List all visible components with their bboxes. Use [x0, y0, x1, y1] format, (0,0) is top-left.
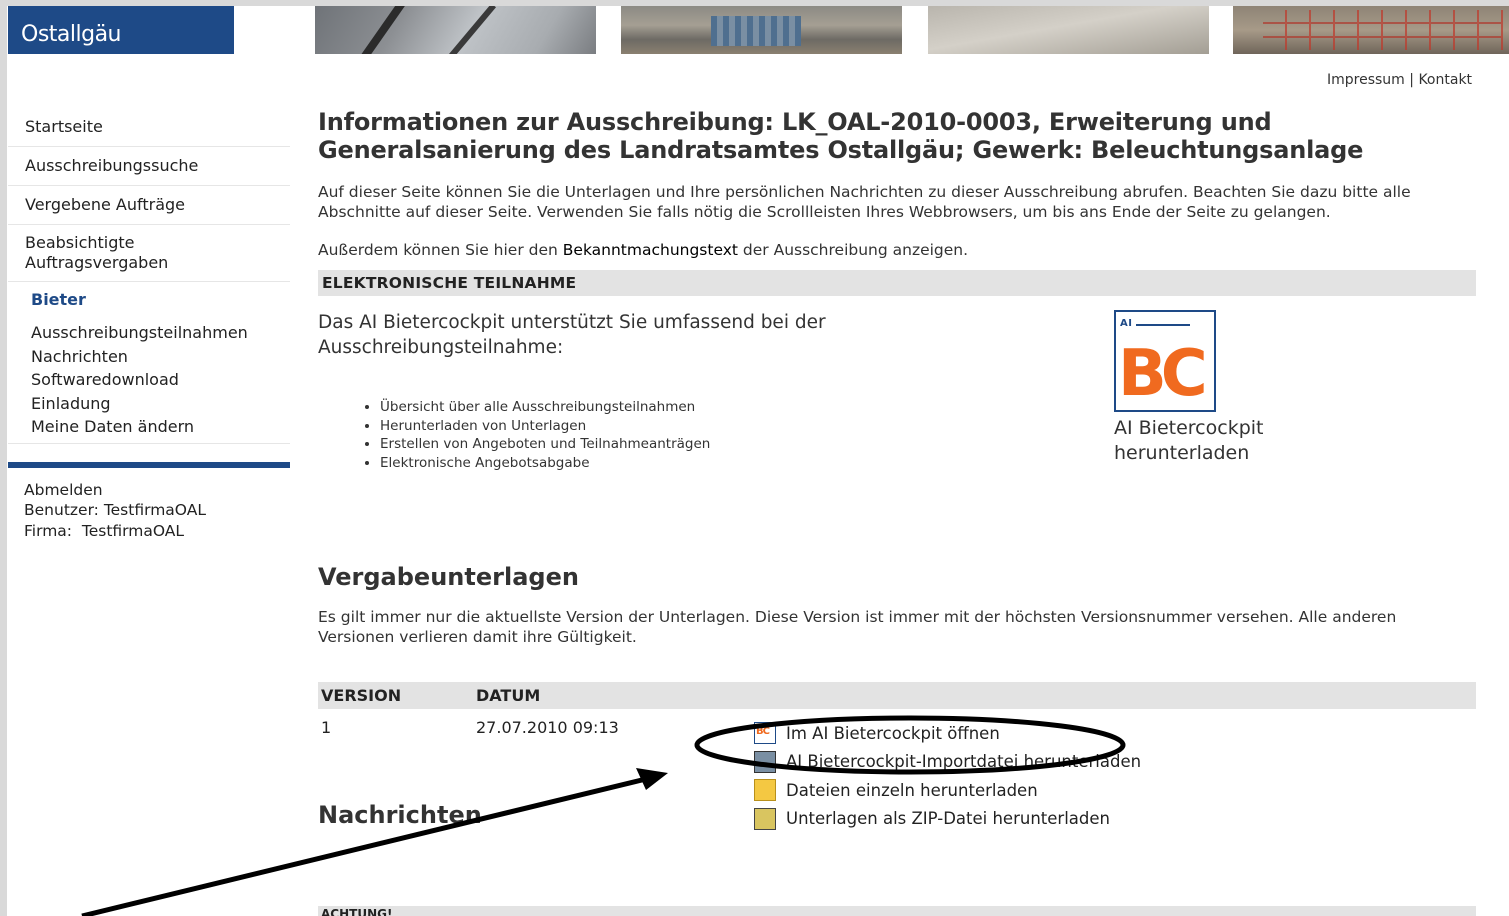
sidebar-item-ausschreibungsteilnahmen[interactable]: Ausschreibungsteilnahmen: [31, 321, 290, 345]
vergabeunterlagen-heading: Vergabeunterlagen: [318, 563, 579, 591]
bekanntmachungstext-link[interactable]: Bekanntmachungstext: [563, 241, 738, 259]
feature-item: Übersicht über alle Ausschreibungsteilna…: [380, 398, 710, 417]
sidebar-heading-bieter[interactable]: Bieter: [8, 282, 290, 315]
zip-archive-icon: [754, 807, 776, 830]
header-photo-4: [1233, 6, 1509, 54]
sidebar-item-meine-daten[interactable]: Meine Daten ändern: [31, 415, 290, 439]
caption-line1: AI Bietercockpit: [1114, 417, 1264, 439]
header-photo-3: [928, 6, 1209, 54]
row-version: 1: [321, 718, 332, 737]
sidebar-item-ausschreibungssuche[interactable]: Ausschreibungssuche: [8, 147, 290, 186]
sidebar-item-label-line2: Auftragsvergaben: [25, 253, 169, 272]
feature-item: Herunterladen von Unterlagen: [380, 417, 710, 436]
sidebar-item-label-line1: Beabsichtigte: [25, 233, 135, 252]
impressum-link[interactable]: Impressum: [1327, 72, 1405, 88]
top-links: Impressum | Kontakt: [1327, 72, 1472, 88]
company-name: Firma: TestfirmaOAL: [24, 521, 185, 540]
action-label: Unterlagen als ZIP-Datei herunterladen: [786, 809, 1110, 829]
user-info: Abmelden Benutzer: TestfirmaOAL Firma: T…: [8, 468, 290, 542]
vergabeunterlagen-text: Es gilt immer nur die aktuellste Version…: [318, 608, 1397, 646]
documents-table-header: VERSION DATUM: [318, 682, 1476, 709]
column-header-version: VERSION: [321, 686, 402, 705]
bietercockpit-icon: [754, 722, 776, 745]
row-datum: 27.07.2010 09:13: [476, 718, 619, 737]
sidebar-item-softwaredownload[interactable]: Softwaredownload: [31, 368, 290, 392]
bietercockpit-download-link[interactable]: AI Bietercockpit herunterladen: [1114, 416, 1264, 466]
intro-text: Auf dieser Seite können Sie die Unterlag…: [318, 183, 1411, 221]
download-files-individually-link[interactable]: Dateien einzeln herunterladen: [754, 776, 1141, 805]
sidebar-sub-items: Ausschreibungsteilnahmen Nachrichten Sof…: [8, 315, 290, 444]
intro-text-2: Außerdem können Sie hier den Bekanntmach…: [318, 240, 1476, 260]
nachrichten-strip: ACHTUNG!: [318, 906, 1476, 916]
intro2-after: der Ausschreibung anzeigen.: [737, 241, 969, 259]
feature-item: Elektronische Angebotsabgabe: [380, 454, 710, 473]
header-photo-1: [315, 6, 596, 54]
main-content: Informationen zur Ausschreibung: LK_OAL-…: [318, 108, 1476, 830]
folder-files-icon: [754, 779, 776, 802]
section-header-eteilnahme: ELEKTRONISCHE TEILNAHME: [318, 270, 1476, 296]
eteilnahme-section: Das AI Bietercockpit unterstützt Sie umf…: [318, 296, 1476, 526]
bietercockpit-logo-bc: BC: [1118, 337, 1208, 411]
nachrichten-strip-label: ACHTUNG!: [321, 907, 393, 916]
header-photo-2: [621, 6, 902, 54]
page-title-line2: Generalsanierung des Landratsamtes Ostal…: [318, 136, 1364, 164]
bietercockpit-logo[interactable]: AI BC: [1114, 310, 1216, 412]
sidebar-item-nachrichten[interactable]: Nachrichten: [31, 345, 290, 369]
logo-text: Ostallgäu: [21, 22, 122, 47]
sidebar-item-startseite[interactable]: Startseite: [8, 108, 290, 147]
open-in-bietercockpit-link[interactable]: Im AI Bietercockpit öffnen: [754, 719, 1141, 748]
kontakt-link[interactable]: Kontakt: [1418, 72, 1472, 88]
user-name: Benutzer: TestfirmaOAL: [24, 501, 206, 519]
sidebar-item-beabsichtigte-auftragsvergaben[interactable]: Beabsichtigte Auftragsvergaben: [8, 225, 290, 282]
page-title-line1: Informationen zur Ausschreibung: LK_OAL-…: [318, 108, 1272, 136]
link-separator: |: [1404, 72, 1419, 88]
left-border: [0, 0, 7, 916]
feature-list: Übersicht über alle Ausschreibungsteilna…: [380, 398, 710, 472]
feature-item: Erstellen von Angeboten und Teilnahmeant…: [380, 435, 710, 454]
sidebar-item-vergebene-auftraege[interactable]: Vergebene Aufträge: [8, 186, 290, 225]
logo-line: [1136, 324, 1190, 326]
download-zip-link[interactable]: Unterlagen als ZIP-Datei herunterladen: [754, 805, 1141, 834]
page-title: Informationen zur Ausschreibung: LK_OAL-…: [318, 108, 1476, 164]
eteilnahme-description: Das AI Bietercockpit unterstützt Sie umf…: [318, 312, 826, 358]
table-row: 1 27.07.2010 09:13 Im AI Bietercockpit ö…: [318, 709, 1476, 830]
action-label: AI Bietercockpit-Importdatei herunterlad…: [786, 752, 1142, 772]
action-label: Im AI Bietercockpit öffnen: [786, 723, 1000, 743]
bietercockpit-logo-ai: AI: [1120, 318, 1133, 329]
action-label: Dateien einzeln herunterladen: [786, 780, 1038, 800]
caption-line2: herunterladen: [1114, 442, 1250, 464]
site-logo[interactable]: Ostallgäu: [8, 6, 234, 54]
document-actions: Im AI Bietercockpit öffnen AI Bietercock…: [754, 719, 1141, 833]
logout-link[interactable]: Abmelden: [24, 480, 290, 501]
sidebar: Startseite Ausschreibungssuche Vergebene…: [8, 108, 290, 541]
sidebar-item-einladung[interactable]: Einladung: [31, 392, 290, 416]
import-file-icon: [754, 750, 776, 773]
column-header-datum: DATUM: [476, 686, 541, 705]
download-import-file-link[interactable]: AI Bietercockpit-Importdatei herunterlad…: [754, 748, 1141, 777]
intro2-before: Außerdem können Sie hier den: [318, 241, 563, 259]
